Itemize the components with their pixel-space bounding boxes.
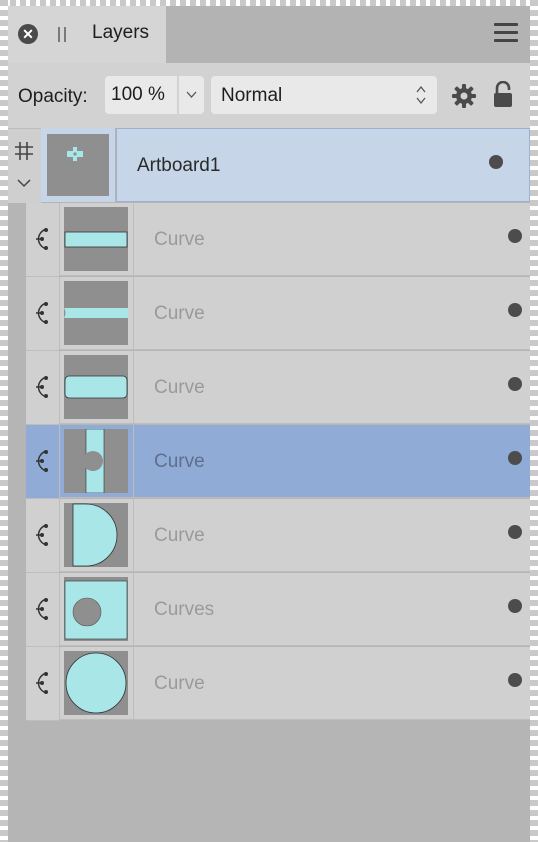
layer-thumbnail[interactable] — [59, 499, 133, 572]
thumbnail-square-with-circle — [64, 577, 128, 641]
panel-frame-left — [0, 0, 8, 842]
layer-name: Curve — [154, 451, 205, 472]
lock-icon[interactable] — [492, 81, 514, 109]
thumbnail-circle — [64, 651, 128, 715]
layer-name: Curve — [154, 673, 205, 694]
layer-body[interactable]: Curves — [133, 573, 530, 646]
thumbnail-vertical-bar-notch — [64, 429, 128, 493]
layer-name: Curve — [154, 377, 205, 398]
curve-node-icon — [26, 425, 59, 499]
select-arrows-icon — [416, 85, 426, 105]
blend-mode-value: Normal — [221, 85, 283, 106]
artboard-thumbnail-image — [47, 134, 109, 196]
layer-name: Curve — [154, 525, 205, 546]
layer-row[interactable]: Curves — [26, 573, 530, 647]
thumbnail-half-circle — [64, 503, 128, 567]
layer-thumbnail[interactable] — [59, 203, 133, 276]
close-icon[interactable]: ✕ — [18, 24, 38, 44]
gear-icon[interactable] — [451, 83, 477, 109]
opacity-label: Opacity: — [18, 86, 88, 107]
layer-row-artboard[interactable]: Artboard1 — [8, 128, 530, 203]
layer-row[interactable]: Curve — [26, 351, 530, 425]
curve-node-icon — [26, 203, 59, 277]
curve-node-icon — [26, 277, 59, 351]
thumbnail-bar-wide — [64, 207, 128, 271]
hamburger-menu-icon[interactable] — [494, 23, 518, 43]
artboard-name: Artboard1 — [137, 155, 221, 176]
layer-thumbnail[interactable] — [59, 425, 133, 498]
layer-body[interactable]: Curve — [133, 499, 530, 572]
curve-node-icon — [26, 573, 59, 647]
thumbnail-bar-thin — [64, 281, 128, 345]
layer-body[interactable]: Curve — [133, 425, 530, 498]
visibility-dot-icon[interactable] — [508, 303, 522, 317]
drag-grip-icon[interactable] — [58, 27, 66, 42]
artboard-thumbnail[interactable] — [41, 128, 115, 202]
opacity-input[interactable]: 100 % — [105, 76, 177, 114]
panel-tab-bar: ✕ Layers — [8, 6, 530, 63]
layer-row[interactable]: Curve — [26, 499, 530, 573]
layer-thumbnail[interactable] — [59, 351, 133, 424]
curve-node-icon — [26, 647, 59, 721]
thumbnail-bar-rounded — [64, 355, 128, 419]
layer-row[interactable]: Curve — [26, 203, 530, 277]
layer-body[interactable]: Curve — [133, 203, 530, 276]
layer-name: Curves — [154, 599, 215, 620]
tab-label: Layers — [92, 22, 150, 43]
layer-name: Curve — [154, 303, 205, 324]
expand-chevron-icon[interactable] — [17, 179, 31, 188]
layer-body[interactable]: Curve — [133, 351, 530, 424]
layer-body[interactable]: Curve — [133, 277, 530, 350]
layer-body[interactable]: Curve — [133, 647, 530, 720]
visibility-dot-icon[interactable] — [508, 377, 522, 391]
layer-name: Curve — [154, 229, 205, 250]
layer-row[interactable]: Curve — [26, 277, 530, 351]
visibility-dot-icon[interactable] — [508, 229, 522, 243]
visibility-dot-icon[interactable] — [489, 155, 503, 169]
layer-row[interactable]: Curve — [26, 647, 530, 721]
visibility-dot-icon[interactable] — [508, 451, 522, 465]
artboard-controls — [8, 128, 41, 203]
panel-frame-right — [530, 0, 538, 842]
blend-mode-select[interactable]: Normal — [211, 76, 437, 114]
layers-toolbar: Opacity: 100 % Normal — [8, 63, 530, 128]
chevron-down-icon — [186, 91, 197, 98]
artboard-body[interactable]: Artboard1 — [116, 128, 530, 202]
layer-thumbnail[interactable] — [59, 647, 133, 720]
visibility-dot-icon[interactable] — [508, 673, 522, 687]
tab-layers[interactable]: ✕ Layers — [8, 6, 166, 63]
layer-thumbnail[interactable] — [59, 573, 133, 646]
curve-node-icon — [26, 499, 59, 573]
layers-panel: ✕ Layers Opacity: 100 % Normal Artboard1… — [8, 6, 530, 842]
layer-thumbnail[interactable] — [59, 277, 133, 350]
opacity-dropdown-button[interactable] — [179, 76, 204, 114]
layer-row-selected[interactable]: Curve — [26, 425, 530, 499]
visibility-dot-icon[interactable] — [508, 599, 522, 613]
artboard-preview-icon — [67, 147, 83, 161]
visibility-dot-icon[interactable] — [508, 525, 522, 539]
curve-node-icon — [26, 351, 59, 425]
artboard-grid-icon — [15, 142, 33, 160]
